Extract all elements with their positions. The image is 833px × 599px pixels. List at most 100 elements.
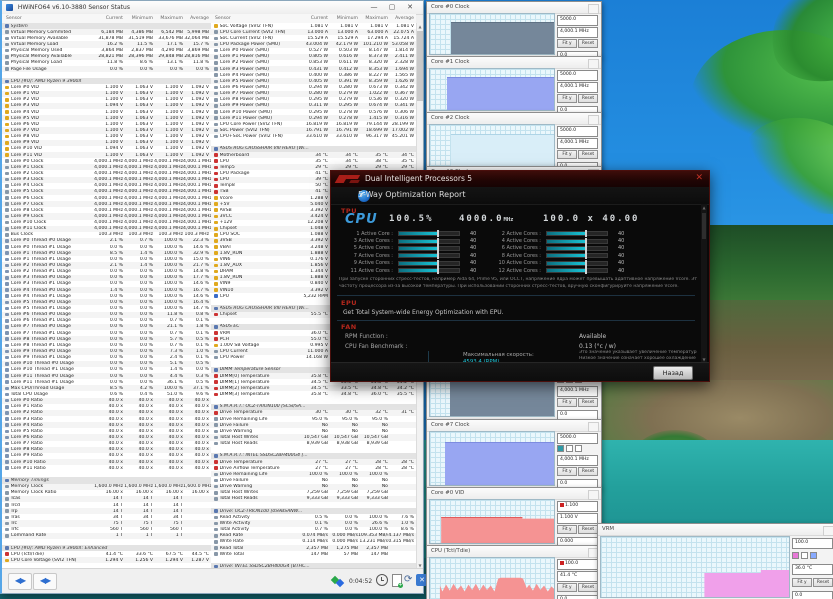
- section-row[interactable]: Drive: OCZ-TRION100 [0S9BSANW...: [211, 508, 416, 514]
- sensor-row[interactable]: Core #4 VID1.100 V1.063 V1.100 V1.092 V: [2, 109, 211, 115]
- column-header-minimum[interactable]: Minimum: [328, 16, 358, 21]
- sensor-row[interactable]: Core #2 Clock4,000.1 MHz4,000.1 MHz4,000…: [2, 170, 211, 176]
- sensor-row[interactable]: Core #8 Clock4,000.1 MHz4,000.1 MHz4,000…: [2, 207, 211, 213]
- report-icon[interactable]: +: [392, 574, 402, 587]
- sensor-row[interactable]: Max CPU/Thread Usage8.5 %4.2 %100.0 %37.…: [2, 385, 211, 391]
- cores-slider[interactable]: [546, 231, 608, 236]
- sensor-row[interactable]: Drive Remaining Life100.0 %100.0 %100.0 …: [211, 471, 416, 477]
- graph-color-swatch[interactable]: [810, 552, 817, 559]
- cores-slider-handle[interactable]: [585, 238, 587, 245]
- graph-color-swatch[interactable]: [560, 561, 564, 565]
- sensor-row[interactable]: Read Total2,357 MB1,275 MB2,357 MB: [211, 545, 416, 551]
- cores-slider-handle[interactable]: [437, 238, 439, 245]
- y-min-input[interactable]: 0.0: [792, 591, 833, 599]
- sensor-row[interactable]: Tcas14 T14 T14 T: [2, 496, 211, 502]
- reset-button[interactable]: Reset: [578, 94, 598, 103]
- sensor-row[interactable]: Core #8 Ratio40.0 x40.0 x40.0 x40.0 x: [2, 447, 211, 453]
- column-header-sensor[interactable]: Sensor: [2, 16, 93, 21]
- sensor-row[interactable]: Core #1 Thread #1 Usage0.0 %0.0 %100.0 %…: [2, 256, 211, 262]
- y-max-input[interactable]: 5000.0: [557, 433, 598, 444]
- sensor-row[interactable]: Command Rate1 T1 T1 T: [2, 533, 211, 539]
- sensor-row[interactable]: Tras34 T34 T34 T: [2, 514, 211, 520]
- reset-button[interactable]: Reset: [578, 583, 598, 592]
- section-row[interactable]: Memory Timings: [2, 477, 211, 483]
- sensor-row[interactable]: Core #2 Thread #1 Usage0.0 %0.0 %100.0 %…: [2, 269, 211, 275]
- sensor-row[interactable]: Core #3 Power (SMU)0.431 W0.412 W8.353 W…: [211, 66, 416, 72]
- sensors-icon[interactable]: [332, 575, 343, 586]
- y-max-input[interactable]: 100.0: [792, 538, 833, 549]
- reset-button[interactable]: Reset: [578, 39, 598, 48]
- cores-slider-handle[interactable]: [585, 267, 587, 274]
- sensor-row[interactable]: Core #8 Thread #1 Usage0.0 %0.0 %0.7 %0.…: [2, 342, 211, 348]
- close-button[interactable]: ✕: [401, 2, 419, 13]
- sensor-row[interactable]: Core #4 Clock4,000.1 MHz4,000.1 MHz4,000…: [2, 183, 211, 189]
- graph-color-swatch[interactable]: [575, 445, 582, 452]
- section-row[interactable]: System: [2, 23, 211, 29]
- hwinfo-titlebar[interactable]: HWiNFO64 v6.10-3880 Sensor Status — ▢ ✕: [2, 1, 423, 15]
- fit-y-button[interactable]: Fit y: [557, 398, 577, 407]
- section-row[interactable]: CPU [#0]: AMD Ryzen 9 3900X: Enhanced: [2, 545, 211, 551]
- sensor-row[interactable]: Core #11 Power (SMU)0.294 W0.278 W1.415 …: [211, 115, 416, 121]
- sensor-row[interactable]: Core #5 Thread #0 Usage0.0 %0.0 %100.0 %…: [2, 299, 211, 305]
- minimize-button[interactable]: —: [365, 2, 383, 13]
- column-header-sensor[interactable]: Sensor: [211, 16, 298, 21]
- cores-slider-handle[interactable]: [437, 252, 439, 259]
- maximize-button[interactable]: ▢: [383, 2, 401, 13]
- sensor-row[interactable]: Core #7 Thread #1 Usage0.0 %0.0 %0.7 %0.…: [2, 330, 211, 336]
- sensor-row[interactable]: Read Rate0.074 MB/s0.000 MB/s109.353 MB/…: [211, 533, 416, 539]
- cores-slider-handle[interactable]: [437, 230, 439, 237]
- sensor-row[interactable]: CPU (Tctl/Tdie)41.4 °C33.6 °C67.5 °C44.5…: [2, 551, 211, 557]
- reset-icon[interactable]: ⟳: [404, 573, 412, 586]
- column-header-maximum[interactable]: Maximum: [153, 16, 183, 21]
- sensor-row[interactable]: Physical Memory Load11.8 %8.6 %13.1 %11.…: [2, 60, 211, 66]
- sensor-row[interactable]: Core #0 VID1.100 V1.063 V1.100 V1.092 V: [2, 84, 211, 90]
- cores-slider[interactable]: [546, 268, 608, 273]
- sensor-row[interactable]: Trfc560 T560 T560 T: [2, 527, 211, 533]
- fit-y-button[interactable]: Fit y: [557, 94, 577, 103]
- sensor-row[interactable]: Memory Clock Ratio16.00 x16.00 x16.00 x1…: [2, 490, 211, 496]
- cores-slider[interactable]: [546, 246, 608, 251]
- sensor-row[interactable]: Core #6 Thread #1 Usage0.0 %0.0 %0.7 %0.…: [2, 318, 211, 324]
- sensor-row[interactable]: Drive FailureNoNoNo: [211, 477, 416, 483]
- cores-slider[interactable]: [398, 239, 460, 244]
- sensor-row[interactable]: Core #11 Ratio40.0 x40.0 x40.0 x40.0 x: [2, 465, 211, 471]
- clock-icon[interactable]: [376, 574, 388, 586]
- sensor-row[interactable]: Core #9 Clock4,000.1 MHz4,000.1 MHz4,000…: [2, 213, 211, 219]
- sensor-row[interactable]: Core #4 Ratio40.0 x40.0 x40.0 x40.0 x: [2, 422, 211, 428]
- sensor-row[interactable]: Core #8 Thread #0 Usage0.0 %0.0 %5.7 %0.…: [2, 336, 211, 342]
- graph-close-icon[interactable]: [823, 526, 833, 536]
- sensor-row[interactable]: Core #5 Clock4,000.1 MHz4,000.1 MHz4,000…: [2, 189, 211, 195]
- sensor-row[interactable]: Core #2 Power (SMU)0.853 W0.611 W8.320 W…: [211, 60, 416, 66]
- section-row[interactable]: S.M.A.R.T.: INTEL SSDSC2BH400G4 [...: [211, 453, 416, 459]
- cores-slider[interactable]: [398, 231, 460, 236]
- fit-y-button[interactable]: Fit y: [557, 525, 577, 534]
- cores-slider-handle[interactable]: [585, 252, 587, 259]
- sensor-row[interactable]: Total Host Writes10,547 GB10,547 GB10,54…: [211, 434, 416, 440]
- sensor-row[interactable]: CPU Core Current (SVI2 TFN)13.000 A13.00…: [211, 29, 416, 35]
- sensor-row[interactable]: Drive WarningNoNoNo: [211, 484, 416, 490]
- sensor-row[interactable]: Core #5 Ratio40.0 x40.0 x40.0 x40.0 x: [2, 428, 211, 434]
- sensor-row[interactable]: SoC Voltage (SVI2 TFN)1.081 V1.081 V1.08…: [211, 23, 416, 29]
- sensor-row[interactable]: Motherboard34 °C34 °C35 °C34 °C: [211, 152, 416, 158]
- sensor-row[interactable]: Core #1 Thread #0 Usage8.5 %1.4 %100.0 %…: [2, 250, 211, 256]
- sensor-row[interactable]: Virtual Memory Commited6,184 MB4,386 MB6…: [2, 29, 211, 35]
- sensor-row[interactable]: Core #9 Thread #0 Usage0.0 %0.0 %7.3 %1.…: [2, 348, 211, 354]
- asus-titlebar[interactable]: Dual Intelligent Processors 5 ✕: [331, 171, 709, 188]
- cores-slider[interactable]: [398, 268, 460, 273]
- scroll-thumb[interactable]: [702, 213, 706, 239]
- cores-slider[interactable]: [398, 253, 460, 258]
- sensor-row[interactable]: Core #3 Ratio40.0 x40.0 x40.0 x40.0 x: [2, 416, 211, 422]
- graph-close-icon[interactable]: [588, 422, 599, 432]
- reset-button[interactable]: Reset: [578, 467, 598, 476]
- back-button[interactable]: Назад: [653, 366, 693, 380]
- nav-arrows-right-icon[interactable]: ◀▶: [33, 573, 57, 590]
- column-header-minimum[interactable]: Minimum: [123, 16, 153, 21]
- cores-slider-handle[interactable]: [437, 245, 439, 252]
- sensor-row[interactable]: Core #6 Power (SMU)0.294 W0.280 W0.673 W…: [211, 84, 416, 90]
- sensor-row[interactable]: Core #3 VID1.094 V1.063 V1.100 V1.092 V: [2, 103, 211, 109]
- graph-color-swatch[interactable]: [801, 552, 808, 559]
- sensor-row[interactable]: SoC Current (SVI2 TFN)15.529 A15.529 A17…: [211, 35, 416, 41]
- sensor-row[interactable]: Total CPU Usage0.6 %0.4 %51.0 %9.6 %: [2, 391, 211, 397]
- sensor-row[interactable]: Trcd14 T14 T14 T: [2, 502, 211, 508]
- sensor-row[interactable]: Core #6 Ratio40.0 x40.0 x40.0 x40.0 x: [2, 434, 211, 440]
